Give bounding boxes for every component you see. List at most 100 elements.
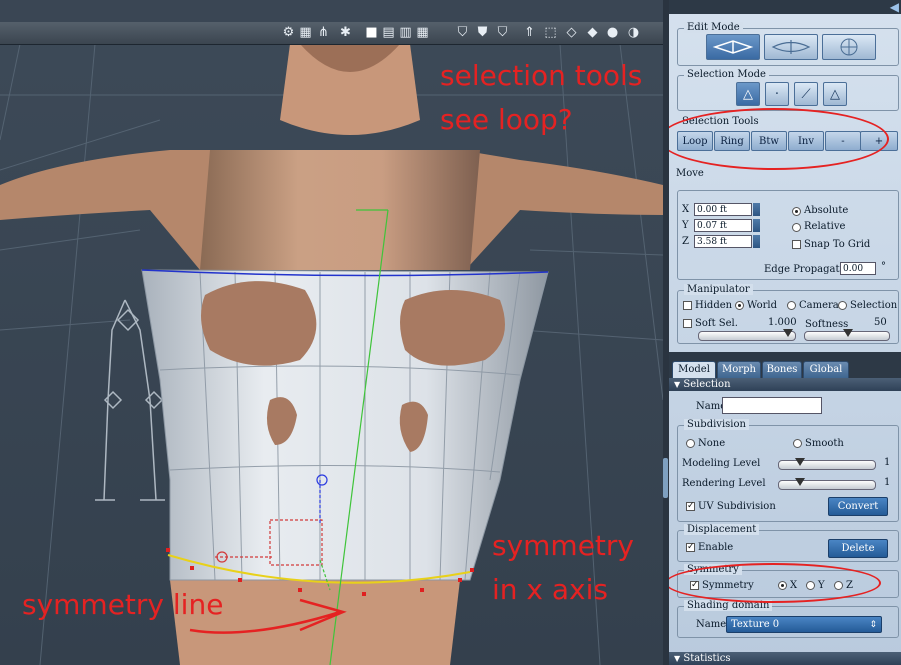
- modeling-level-value: 1: [884, 457, 891, 468]
- single-view-icon[interactable]: ■: [364, 25, 379, 40]
- edit-mode-vertex-button[interactable]: [706, 34, 760, 60]
- relative-radio[interactable]: [792, 223, 801, 232]
- soft-selection-label: Soft Sel.: [695, 318, 738, 329]
- delete-button[interactable]: Delete: [828, 539, 888, 558]
- dropdown-arrow-icon: ⇕: [869, 619, 877, 630]
- tab-global[interactable]: Global: [803, 361, 849, 378]
- shaded-cube-icon[interactable]: ◆: [585, 25, 600, 40]
- world-radio[interactable]: [735, 301, 744, 310]
- select-object-button[interactable]: △: [736, 82, 760, 106]
- shading-domain-select[interactable]: Texture 0 ⇕: [726, 616, 882, 633]
- z-label: Z: [682, 236, 689, 247]
- select-vertex-button[interactable]: ·: [765, 82, 789, 106]
- statistics-section-title: Statistics: [683, 653, 731, 664]
- shield-outline-icon[interactable]: ⛉: [495, 25, 510, 40]
- snap-to-grid-checkbox[interactable]: [792, 240, 801, 249]
- dashed-cube-icon[interactable]: ⬚: [543, 25, 558, 40]
- network-icon[interactable]: ✱: [338, 25, 353, 40]
- selection-mode-group: Selection Mode △ · ⟋ △: [677, 69, 899, 111]
- grid-icon[interactable]: ▦: [298, 25, 313, 40]
- soft-selection-checkbox[interactable]: [683, 319, 692, 328]
- move-title: Move: [676, 168, 704, 179]
- annotation-see-loop: see loop?: [440, 103, 573, 136]
- edge-propagation-field[interactable]: 0.00: [840, 262, 876, 275]
- convert-button[interactable]: Convert: [828, 497, 888, 516]
- annotation-symmetry-line: symmetry line: [22, 588, 224, 621]
- z-spinner[interactable]: [753, 235, 760, 248]
- subdivision-smooth-label: Smooth: [805, 438, 844, 449]
- displacement-enable-label: Enable: [698, 542, 734, 553]
- x-field[interactable]: 0.00 ft: [694, 203, 752, 216]
- hidden-checkbox[interactable]: [683, 301, 692, 310]
- selection-section-title: Selection: [683, 379, 731, 390]
- absolute-radio[interactable]: [792, 207, 801, 216]
- displacement-group: Displacement ✓ Enable Delete: [677, 524, 899, 562]
- shading-domain-group: Shading domain Name Texture 0 ⇕: [677, 600, 899, 638]
- tab-bones[interactable]: Bones: [762, 361, 802, 378]
- collapse-panel-icon[interactable]: ◀: [890, 0, 899, 14]
- edit-mode-group: Edit Mode: [677, 22, 899, 66]
- annotation-in-x-axis: in x axis: [492, 573, 608, 606]
- subdivision-none-label: None: [698, 438, 726, 449]
- annotation-selection-tools: selection tools: [440, 59, 643, 92]
- absolute-label: Absolute: [804, 205, 849, 216]
- select-edge-button[interactable]: ⟋: [794, 82, 818, 106]
- four-view-icon[interactable]: ▦: [415, 25, 430, 40]
- selection-mode-title: Selection Mode: [684, 69, 769, 80]
- joints-icon[interactable]: ⋔: [316, 25, 331, 40]
- shading-domain-value: Texture 0: [731, 619, 780, 630]
- world-label: World: [747, 300, 777, 311]
- snap-to-grid-label: Snap To Grid: [804, 239, 871, 250]
- select-face-button[interactable]: △: [823, 82, 847, 106]
- modeling-level-label: Modeling Level: [682, 458, 761, 469]
- edit-vertices-icon: [712, 40, 754, 54]
- three-view-icon[interactable]: ▥: [398, 25, 413, 40]
- morph-icon: [771, 40, 811, 54]
- softness-slider[interactable]: [804, 329, 890, 341]
- collapse-triangle-icon: ▼: [674, 380, 681, 389]
- hierarchy-icon[interactable]: ⚙: [281, 25, 296, 40]
- tab-morph[interactable]: Morph: [717, 361, 761, 378]
- softness-value: 50: [874, 317, 887, 328]
- y-field[interactable]: 0.07 ft: [694, 219, 752, 232]
- rendering-level-label: Rendering Level: [682, 478, 766, 489]
- subdivision-none-radio[interactable]: [686, 439, 695, 448]
- properties-panel: Edit Mode Selection Mode △ · ⟋ △ Selecti…: [669, 0, 901, 665]
- edit-mode-morph-button[interactable]: [764, 34, 818, 60]
- two-view-icon[interactable]: ▤: [381, 25, 396, 40]
- statistics-section-header[interactable]: ▼ Statistics: [669, 652, 901, 665]
- edit-mode-uv-button[interactable]: [822, 34, 876, 60]
- shield-icon[interactable]: ⛉: [455, 25, 470, 40]
- hidden-label: Hidden: [695, 300, 733, 311]
- arrow-up-icon[interactable]: ⇑: [522, 25, 537, 40]
- sphere-icon[interactable]: ●: [605, 25, 620, 40]
- panel-resize-handle[interactable]: [663, 458, 668, 498]
- uv-subdivision-checkbox[interactable]: ✓: [686, 502, 695, 511]
- degree-symbol: °: [881, 261, 886, 272]
- relative-label: Relative: [804, 221, 846, 232]
- wire-cube-icon[interactable]: ◇: [564, 25, 579, 40]
- modeling-level-slider[interactable]: [778, 458, 876, 470]
- camera-radio[interactable]: [787, 301, 796, 310]
- selection-radio[interactable]: [838, 301, 847, 310]
- selection-section-header[interactable]: ▼ Selection: [669, 378, 901, 391]
- softness-label: Softness: [805, 319, 849, 330]
- y-spinner[interactable]: [753, 219, 760, 232]
- annotation-circle-symmetry: [669, 563, 881, 603]
- dot-icon: ·: [774, 86, 780, 102]
- rendering-level-slider[interactable]: [778, 478, 876, 490]
- shield-check-icon[interactable]: ⛊: [475, 25, 490, 40]
- sphere-half-icon[interactable]: ◑: [626, 25, 641, 40]
- 3d-viewport[interactable]: ⚙ ▦ ⋔ ✱ ■ ▤ ▥ ▦ ⛉ ⛊ ⛉ ⇑ ⬚ ◇ ◆ ● ◑ select…: [0, 0, 663, 665]
- uv-grid-icon: [840, 38, 858, 56]
- soft-selection-slider[interactable]: [698, 329, 796, 341]
- z-field[interactable]: 3.58 ft: [694, 235, 752, 248]
- selection-name-input[interactable]: [722, 397, 822, 414]
- face-icon: △: [830, 86, 840, 102]
- x-spinner[interactable]: [753, 203, 760, 216]
- tab-model[interactable]: Model: [672, 361, 716, 378]
- shading-domain-name-label: Name: [696, 619, 727, 630]
- soft-selection-value: 1.000: [768, 317, 797, 328]
- displacement-enable-checkbox[interactable]: ✓: [686, 543, 695, 552]
- subdivision-smooth-radio[interactable]: [793, 439, 802, 448]
